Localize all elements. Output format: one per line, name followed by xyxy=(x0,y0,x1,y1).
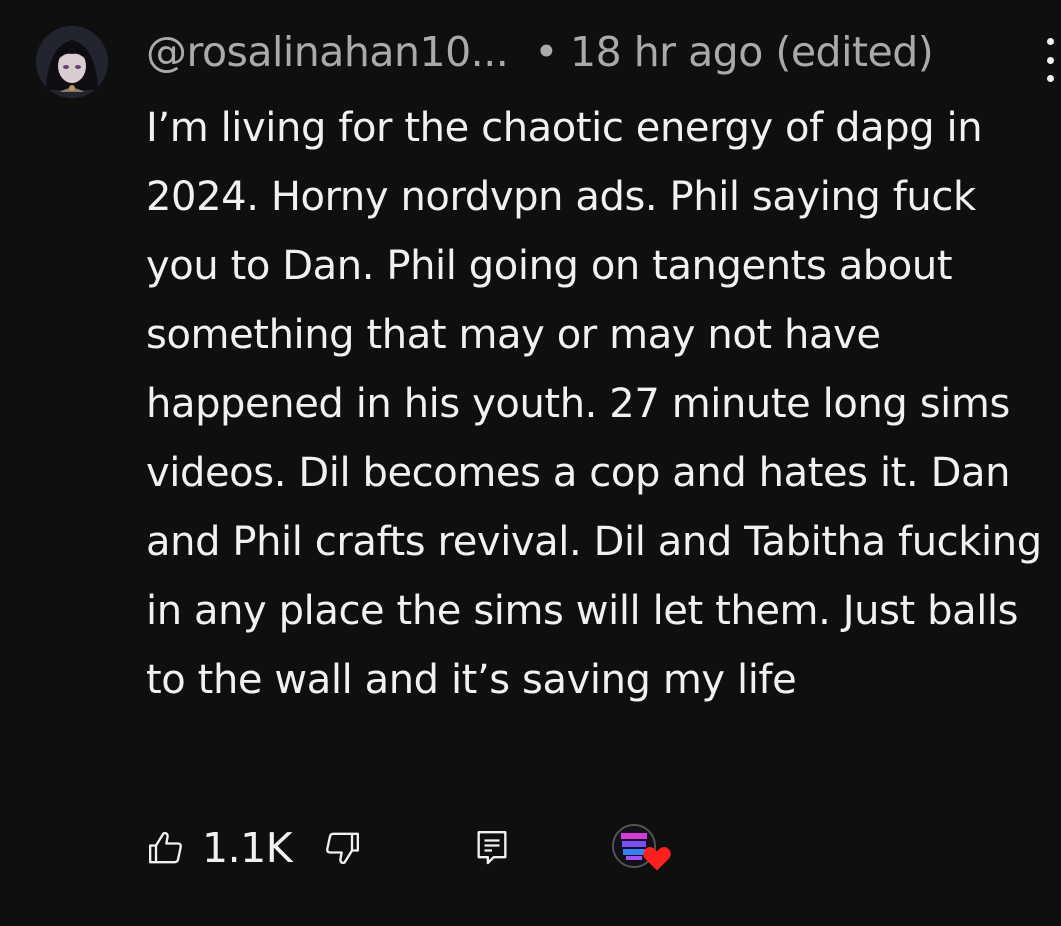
thumbs-up-icon xyxy=(149,831,182,864)
user-avatar[interactable] xyxy=(36,26,108,98)
avatar-image xyxy=(36,26,108,98)
comment-timestamp[interactable]: 18 hr ago (edited) xyxy=(570,28,934,76)
header-separator: • xyxy=(534,28,558,76)
more-options-icon[interactable] xyxy=(1042,38,1058,82)
heart-icon xyxy=(643,847,671,871)
like-count: 1.1K xyxy=(202,824,293,872)
comment-text: I’m living for the chaotic energy of dap… xyxy=(146,105,1042,703)
comment-header: @rosalinahan10... • 18 hr ago (edited) xyxy=(146,28,1016,76)
creator-heart xyxy=(612,818,676,878)
comment-actions: 1.1K xyxy=(146,818,706,878)
reply-button[interactable] xyxy=(472,818,512,878)
thumbs-down-icon xyxy=(326,832,359,865)
like-button[interactable]: 1.1K xyxy=(146,818,293,878)
comment-reply-icon xyxy=(477,831,507,865)
dislike-button[interactable] xyxy=(322,818,362,878)
comment-author[interactable]: @rosalinahan10... xyxy=(146,28,509,76)
